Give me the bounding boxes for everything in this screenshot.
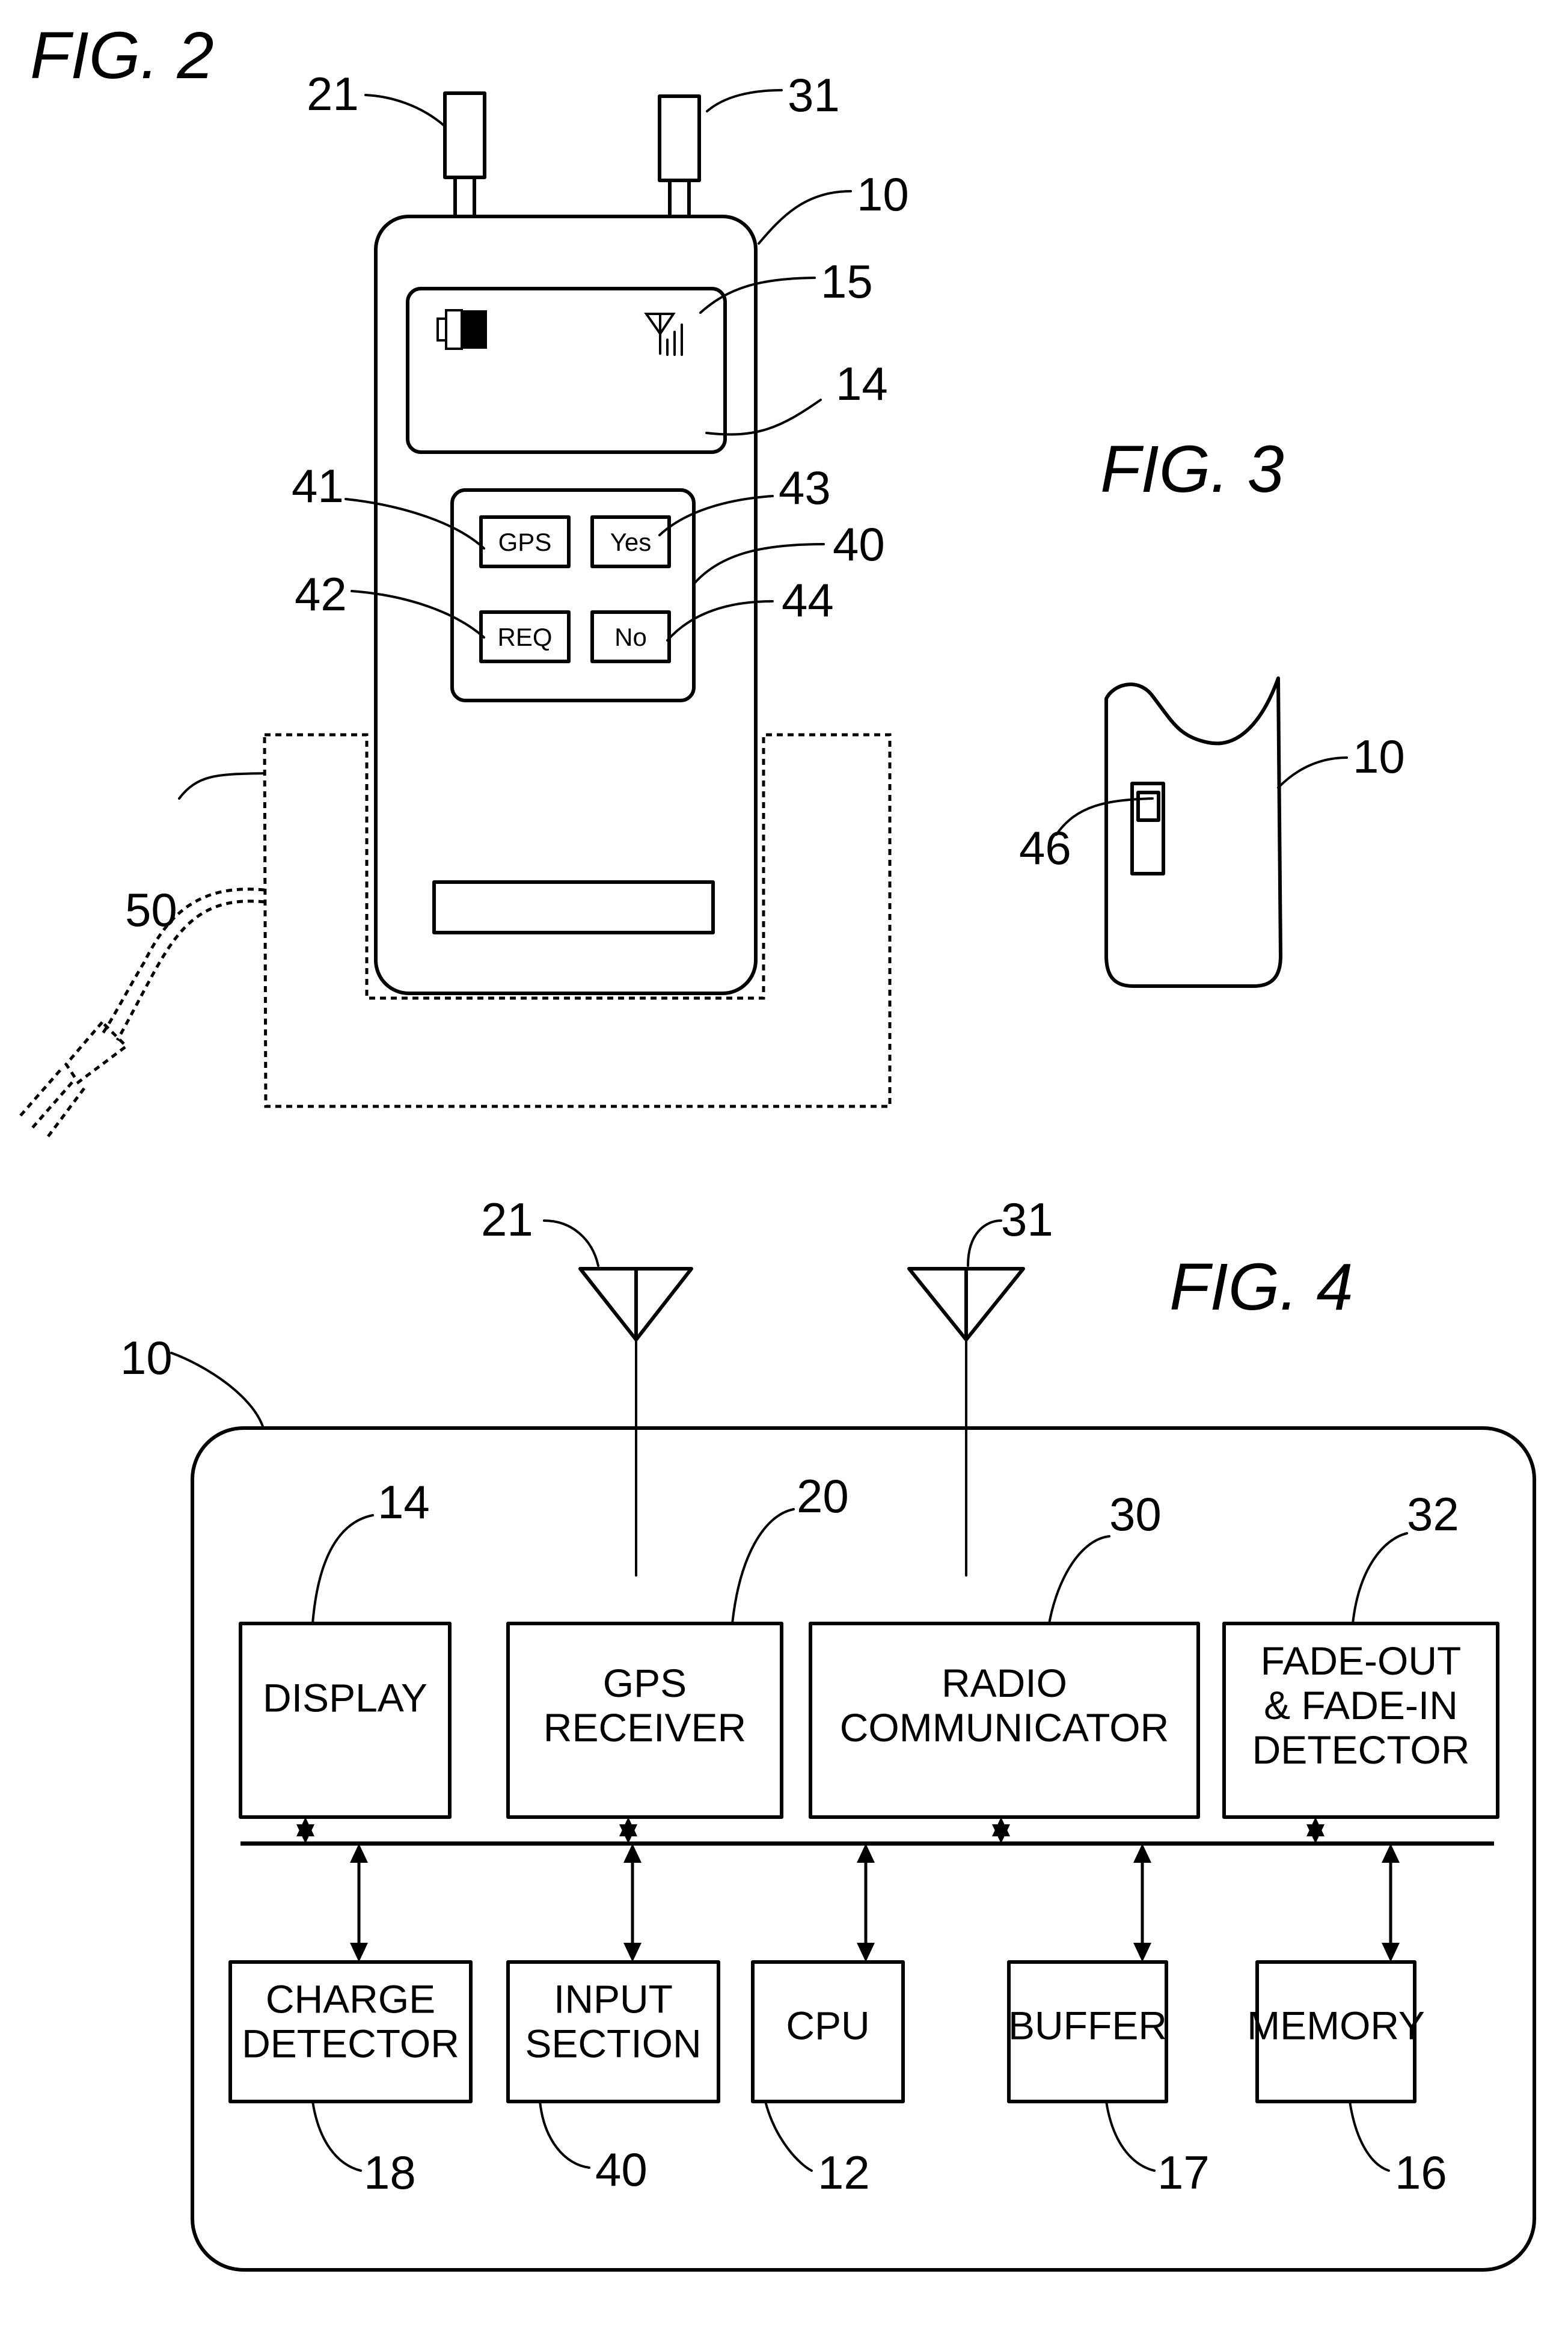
ref-50: 50: [125, 883, 177, 936]
gps-key[interactable]: GPS: [479, 515, 571, 568]
ref-10-fig3: 10: [1353, 730, 1405, 783]
gps-antenna-symbol-icon: [578, 1267, 693, 1577]
patent-drawing-sheet: FIG. 2 GPS Yes REQ No 21 31 10 15 14 41 …: [17, 19, 1536, 2272]
figure-4: FIG. 4 21 31 10 DISPLAY14GPSRECEIVER20RA…: [120, 1193, 1536, 2272]
ref-10: 10: [857, 168, 909, 221]
figure-2: FIG. 2 GPS Yes REQ No 21 31 10 15 14 41 …: [17, 19, 909, 1138]
ref-14: 14: [836, 357, 888, 410]
ref-41: 41: [292, 459, 344, 512]
block-gps-receiver: GPSRECEIVER 20: [506, 1470, 849, 1819]
bus-connector-arrow: [1306, 1817, 1325, 1844]
block-label-line: DETECTOR: [1252, 1728, 1470, 1772]
block-label-line: DETECTOR: [242, 2021, 459, 2065]
block-label-line: INPUT: [554, 1976, 673, 2021]
block-label-line: CHARGE: [266, 1976, 435, 2021]
bus-connector-arrow: [623, 1844, 642, 1962]
block-charge-detector: CHARGEDETECTOR 18: [228, 1960, 473, 2199]
block-display: DISPLAY 14: [239, 1476, 452, 1819]
ref-16: 16: [1395, 2146, 1447, 2199]
bus-connector-arrow: [1382, 1844, 1400, 1962]
ref-15: 15: [821, 255, 873, 308]
gps-antenna-icon: [443, 91, 486, 218]
no-key-label: No: [614, 623, 647, 651]
req-key[interactable]: REQ: [479, 610, 571, 663]
block-label-line: MEMORY: [1247, 2003, 1425, 2047]
block-memory: MEMORY 16: [1247, 1960, 1447, 2199]
ref-21-fig4: 21: [481, 1193, 533, 1246]
yes-key[interactable]: Yes: [590, 515, 671, 568]
block-label-line: CPU: [786, 2003, 869, 2047]
ref-17: 17: [1157, 2146, 1210, 2199]
block-label-line: RECEIVER: [544, 1705, 746, 1750]
bus-connector-arrow: [857, 1844, 875, 1962]
ref-20: 20: [797, 1470, 849, 1522]
block-fade-out-fade-in-detector: FADE-OUT& FADE-INDETECTOR 32: [1222, 1488, 1499, 1819]
ref-46: 46: [1019, 821, 1071, 874]
signal-strength-icon: [644, 313, 683, 356]
device-body: [374, 215, 758, 995]
bus-connector-arrow: [1133, 1844, 1151, 1962]
ref-40: 40: [833, 518, 885, 571]
ref-43: 43: [779, 461, 831, 514]
gps-key-label: GPS: [498, 528, 552, 556]
display-screen: [406, 287, 727, 454]
ref-42: 42: [295, 568, 347, 621]
ref-12: 12: [818, 2146, 870, 2199]
bus-connector-arrow: [350, 1844, 368, 1962]
charging-contact-slot: [432, 880, 715, 934]
block-label-line: SECTION: [525, 2021, 701, 2065]
ref-18: 18: [364, 2146, 416, 2199]
block-buffer: BUFFER 17: [1007, 1960, 1210, 2199]
block-input-section: INPUTSECTION 40: [506, 1960, 720, 2196]
ref-32: 32: [1407, 1488, 1459, 1541]
ref-44: 44: [782, 574, 834, 627]
ref-40: 40: [595, 2143, 648, 2196]
charging-cradle: [263, 733, 892, 1108]
ref-14: 14: [378, 1476, 430, 1528]
ref-10-fig4: 10: [120, 1331, 173, 1384]
block-label-line: GPS: [603, 1661, 687, 1705]
ref-21: 21: [307, 67, 359, 120]
keypad-panel: [450, 488, 696, 702]
mode-switch[interactable]: [1136, 791, 1160, 822]
block-label-line: FADE-OUT: [1261, 1639, 1462, 1683]
bus-connector-arrow: [992, 1817, 1010, 1844]
fig2-title: FIG. 2: [30, 19, 214, 93]
block-label-line: BUFFER: [1008, 2003, 1167, 2047]
no-key[interactable]: No: [590, 610, 671, 663]
block-label-line: & FADE-IN: [1264, 1683, 1458, 1728]
block-label-line: DISPLAY: [263, 1675, 427, 1720]
yes-key-label: Yes: [610, 528, 652, 556]
ref-30: 30: [1109, 1488, 1162, 1541]
radio-antenna-icon: [658, 94, 701, 218]
fig4-title: FIG. 4: [1169, 1250, 1353, 1324]
ref-31: 31: [788, 69, 840, 121]
figure-3: FIG. 3 46 10: [1019, 432, 1405, 988]
bus-connector-arrow: [296, 1817, 314, 1844]
fig3-title: FIG. 3: [1100, 432, 1284, 506]
bus-connector-arrow: [619, 1817, 637, 1844]
block-cpu: CPU 12: [751, 1960, 905, 2199]
block-radio-communicator: RADIOCOMMUNICATOR 30: [809, 1488, 1200, 1819]
ref-31-fig4: 31: [1001, 1193, 1053, 1246]
battery-icon: [436, 309, 487, 350]
req-key-label: REQ: [497, 623, 552, 651]
radio-antenna-symbol-icon: [907, 1267, 1025, 1577]
block-label-line: RADIO: [942, 1661, 1067, 1705]
block-label-line: COMMUNICATOR: [840, 1705, 1169, 1750]
